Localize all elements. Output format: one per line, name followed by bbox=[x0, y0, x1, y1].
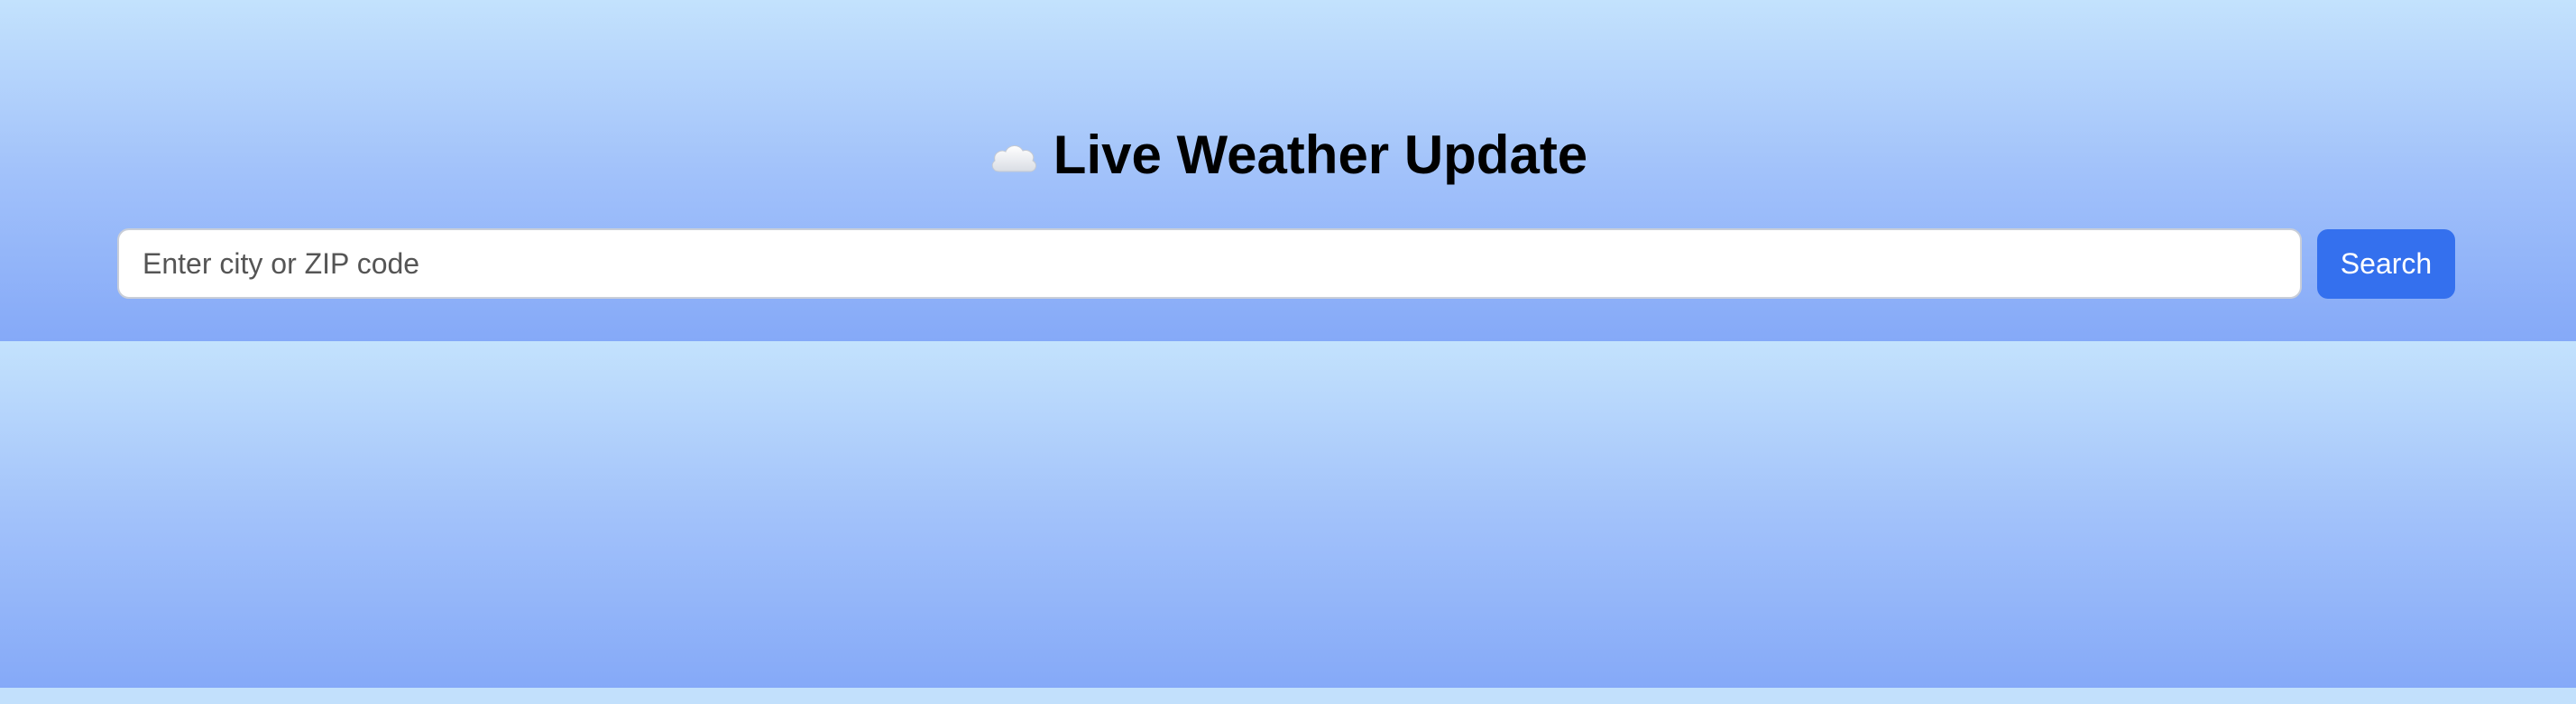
search-button[interactable]: Search bbox=[2317, 229, 2455, 299]
page-title: Live Weather Update bbox=[1053, 125, 1588, 185]
title-row: Live Weather Update bbox=[0, 119, 2576, 191]
weather-results-area bbox=[0, 341, 2576, 688]
cloud-icon bbox=[989, 139, 1039, 175]
search-input[interactable] bbox=[117, 228, 2302, 299]
